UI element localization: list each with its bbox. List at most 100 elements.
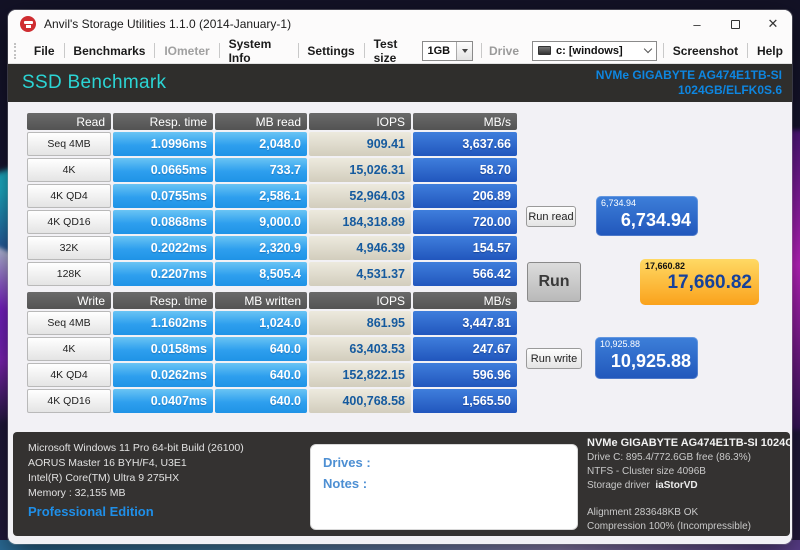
device-line1: NVMe GIGABYTE AG474E1TB-SI <box>595 68 782 82</box>
device-name: NVMe GIGABYTE AG474E1TB-SI 1024GB/ELFK0S… <box>596 68 782 98</box>
mb-read-value: 2,048.0 <box>215 132 307 156</box>
total-score-small: 17,660.82 <box>645 261 686 271</box>
iops-value: 861.95 <box>309 311 411 335</box>
drive-info-block: NVMe GIGABYTE AG474E1TB-SI 1024GB Drive … <box>587 436 792 534</box>
total-score-box: 17,660.82 17,660.82 <box>640 259 759 305</box>
notes-box[interactable]: Drives : Notes : <box>310 444 578 530</box>
write-score-value: 10,925.88 <box>610 351 691 371</box>
table-row: 4K 0.0158ms 640.0 63,403.53 247.67 <box>27 337 517 361</box>
drive-select[interactable]: c: [windows] <box>532 40 657 61</box>
write-score-small: 10,925.88 <box>600 339 641 349</box>
iops-value: 4,531.37 <box>309 262 411 286</box>
menu-help[interactable]: Help <box>748 44 792 58</box>
col-header-read: Read <box>27 113 111 130</box>
row-label: 4K QD4 <box>27 363 111 387</box>
table-row: 4K QD4 0.0262ms 640.0 152,822.15 596.96 <box>27 363 517 387</box>
row-label: Seq 4MB <box>27 132 111 156</box>
benchmark-header: SSD Benchmark NVMe GIGABYTE AG474E1TB-SI… <box>8 64 792 102</box>
mbs-value: 206.89 <box>413 184 517 208</box>
table-row: Seq 4MB 1.0996ms 2,048.0 909.41 3,637.66 <box>27 132 517 156</box>
menu-settings[interactable]: Settings <box>298 44 363 58</box>
test-size-value: 1GB <box>427 44 451 57</box>
read-score-box: 6,734.94 6,734.94 <box>596 196 698 236</box>
device-line2: 1024GB/ELFK0S.6 <box>677 83 782 97</box>
read-score-value: 6,734.94 <box>620 210 691 230</box>
col-header-iops: IOPS <box>309 292 411 309</box>
resp-time-value: 1.1602ms <box>113 311 213 335</box>
storage-driver-value: iaStorVD <box>655 480 698 491</box>
table-row: 4K QD4 0.0755ms 2,586.1 52,964.03 206.89 <box>27 184 517 208</box>
storage-driver-line: Storage driver iaStorVD <box>587 480 698 491</box>
mb-written-value: 1,024.0 <box>215 311 307 335</box>
anvil-icon <box>23 20 33 24</box>
app-icon <box>20 16 36 32</box>
mbs-value: 566.42 <box>413 262 517 286</box>
iops-value: 400,768.58 <box>309 389 411 413</box>
drive-label: Drive <box>489 43 520 58</box>
close-button[interactable]: ✕ <box>754 10 792 38</box>
col-header-iops: IOPS <box>309 113 411 130</box>
row-label: 4K <box>27 158 111 182</box>
table-row: 4K QD16 0.0868ms 9,000.0 184,318.89 720.… <box>27 210 517 234</box>
maximize-button[interactable] <box>716 10 754 38</box>
menu-screenshot[interactable]: Screenshot <box>664 44 747 58</box>
row-label: Seq 4MB <box>27 311 111 335</box>
mb-read-value: 8,505.4 <box>215 262 307 286</box>
run-write-button[interactable]: Run write <box>526 348 582 369</box>
memory-line: Memory : 32,155 MB <box>28 487 126 499</box>
mb-read-value: 2,586.1 <box>215 184 307 208</box>
menu-bar: File Benchmarks IOmeter System Info Sett… <box>8 36 792 65</box>
test-size-select[interactable]: 1GB <box>421 40 474 61</box>
mb-written-value: 640.0 <box>215 337 307 361</box>
resp-time-value: 0.0407ms <box>113 389 213 413</box>
read-score-small: 6,734.94 <box>601 198 637 208</box>
edition-label: Professional Edition <box>28 504 154 519</box>
drive-capacity-line: Drive C: 895.4/772.6GB free (86.3%) <box>587 452 751 463</box>
maximize-icon <box>730 19 740 29</box>
table-row: 4K 0.0665ms 733.7 15,026.31 58.70 <box>27 158 517 182</box>
iops-value: 152,822.15 <box>309 363 411 387</box>
write-score-box: 10,925.88 10,925.88 <box>595 337 698 379</box>
col-header-mbs: MB/s <box>413 113 517 130</box>
menu-file[interactable]: File <box>25 44 64 58</box>
write-table-header: Write Resp. time MB written IOPS MB/s <box>27 292 517 309</box>
resp-time-value: 0.0665ms <box>113 158 213 182</box>
run-read-button[interactable]: Run read <box>526 206 576 227</box>
filesystem-line: NTFS - Cluster size 4096B <box>587 466 706 477</box>
read-table-header: Read Resp. time MB read IOPS MB/s <box>27 113 517 130</box>
row-label: 4K QD16 <box>27 210 111 234</box>
test-size-label: Test size <box>373 36 398 65</box>
compression-line: Compression 100% (Incompressible) <box>587 521 751 532</box>
resp-time-value: 0.2022ms <box>113 236 213 260</box>
mbs-value: 154.57 <box>413 236 517 260</box>
window-title: Anvil's Storage Utilities 1.1.0 (2014-Ja… <box>44 17 292 31</box>
resp-time-value: 0.0755ms <box>113 184 213 208</box>
col-header-write: Write <box>27 292 111 309</box>
system-info-block: Microsoft Windows 11 Pro 64-bit Build (2… <box>28 441 244 501</box>
table-row: 128K 0.2207ms 8,505.4 4,531.37 566.42 <box>27 262 517 286</box>
mb-read-value: 2,320.9 <box>215 236 307 260</box>
menu-system-info[interactable]: System Info <box>220 37 298 65</box>
toolbar-grip[interactable] <box>14 42 17 59</box>
iops-value: 63,403.53 <box>309 337 411 361</box>
run-button[interactable]: Run <box>527 262 581 302</box>
footer-panel: Microsoft Windows 11 Pro 64-bit Build (2… <box>13 432 792 536</box>
notes-label: Notes : <box>323 476 368 491</box>
total-score-value: 17,660.82 <box>667 272 752 293</box>
mb-read-value: 9,000.0 <box>215 210 307 234</box>
mbs-value: 3,447.81 <box>413 311 517 335</box>
mbs-value: 1,565.50 <box>413 389 517 413</box>
mbs-value: 720.00 <box>413 210 517 234</box>
row-label: 128K <box>27 262 111 286</box>
dropdown-button[interactable] <box>456 41 473 60</box>
row-label: 4K QD16 <box>27 389 111 413</box>
resp-time-value: 0.0868ms <box>113 210 213 234</box>
motherboard-line: AORUS Master 16 BYH/F4, U3E1 <box>28 457 187 469</box>
table-row: Seq 4MB 1.1602ms 1,024.0 861.95 3,447.81 <box>27 311 517 335</box>
resp-time-value: 0.0262ms <box>113 363 213 387</box>
menu-benchmarks[interactable]: Benchmarks <box>64 44 154 58</box>
main-area: Read Resp. time MB read IOPS MB/s Seq 4M… <box>8 102 792 432</box>
title-bar: Anvil's Storage Utilities 1.1.0 (2014-Ja… <box>8 10 792 38</box>
minimize-button[interactable]: – <box>678 10 716 38</box>
iops-value: 184,318.89 <box>309 210 411 234</box>
